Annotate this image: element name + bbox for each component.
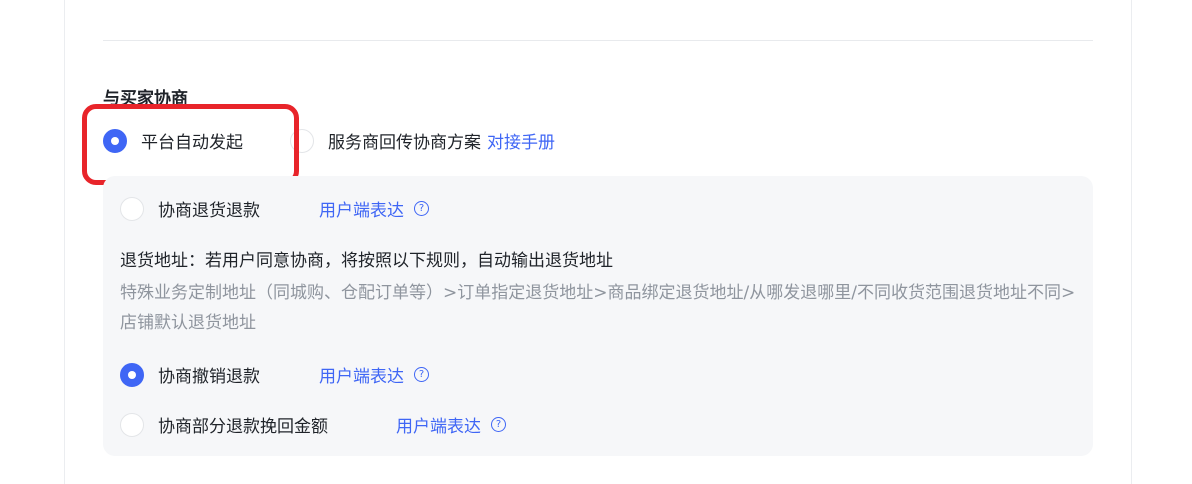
- return-address-title: 退货地址：若用户同意协商，将按照以下规则，自动输出退货地址: [120, 251, 613, 271]
- highlight-box: [82, 104, 299, 185]
- item-return-refund-label: 协商退货退款: [158, 201, 260, 221]
- item-partial-refund-label: 协商部分退款挽回金额: [158, 417, 328, 437]
- return-address-description: 特殊业务定制地址（同城购、仓配订单等）>订单指定退货地址>商品绑定退货地址/从哪…: [120, 283, 1076, 333]
- user-view-link-label: 用户端表达: [319, 201, 404, 221]
- option-service-provider[interactable]: 服务商回传协商方案 对接手册: [290, 128, 555, 153]
- user-view-link[interactable]: 用户端表达 ?: [319, 362, 429, 387]
- question-circle-icon[interactable]: ?: [414, 201, 429, 216]
- radio-cancel-refund[interactable]: [120, 362, 144, 387]
- question-circle-icon[interactable]: ?: [491, 417, 506, 432]
- radio-partial-refund[interactable]: [120, 412, 144, 437]
- manual-link[interactable]: 对接手册: [487, 128, 555, 153]
- item-cancel-refund-label: 协商撤销退款: [158, 367, 260, 387]
- question-circle-icon[interactable]: ?: [414, 367, 429, 382]
- user-view-link[interactable]: 用户端表达 ?: [319, 196, 429, 221]
- item-cancel-refund[interactable]: 协商撤销退款 用户端表达 ?: [120, 362, 429, 387]
- radio-return-refund[interactable]: [120, 196, 144, 221]
- user-view-link-label: 用户端表达: [319, 367, 404, 387]
- item-return-refund[interactable]: 协商退货退款 用户端表达 ?: [120, 196, 429, 221]
- divider: [103, 40, 1093, 41]
- option-service-provider-label: 服务商回传协商方案: [328, 133, 481, 153]
- user-view-link[interactable]: 用户端表达 ?: [396, 412, 506, 437]
- item-partial-refund[interactable]: 协商部分退款挽回金额 用户端表达 ?: [120, 412, 506, 437]
- user-view-link-label: 用户端表达: [396, 417, 481, 437]
